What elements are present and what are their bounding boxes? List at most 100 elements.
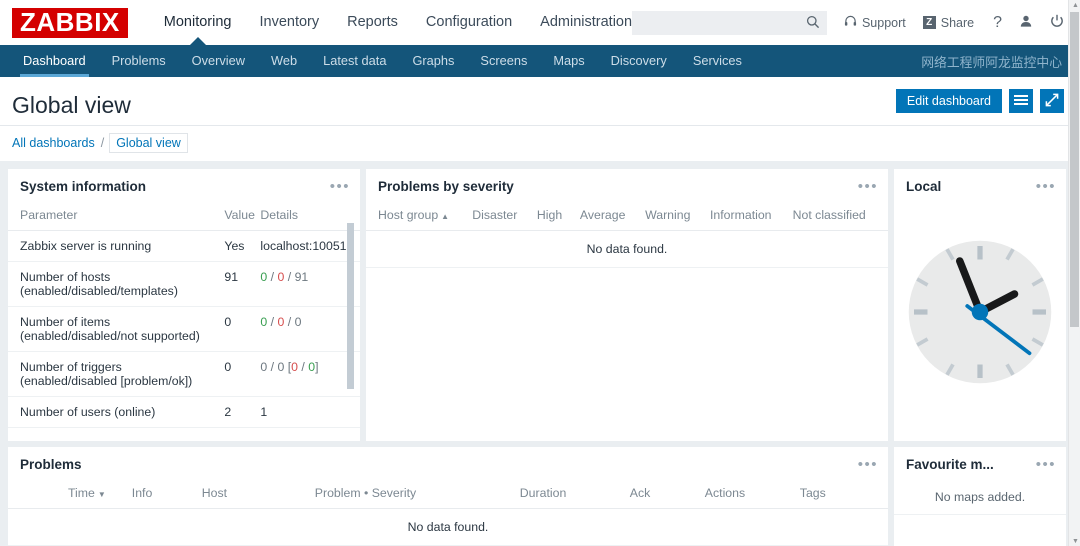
- row-parameter: Number of users (online): [8, 396, 225, 428]
- detail-part: /: [284, 270, 295, 284]
- system-information-scroll-area: Parameter Value Details Zabbix server is…: [8, 203, 360, 428]
- menu-item-inventory[interactable]: Inventory: [245, 0, 333, 45]
- dashboard-row-2: Problems ••• Time ▼ Info Host Problem • S…: [8, 447, 1072, 546]
- row-value: 91: [224, 261, 261, 307]
- parameter-label: Number of items: [20, 315, 111, 329]
- widget-system-information: System information ••• Parameter Value D…: [8, 169, 360, 441]
- row-parameter: Zabbix server is running: [8, 230, 225, 262]
- row-value: Yes: [224, 230, 261, 262]
- menu-item-configuration[interactable]: Configuration: [412, 0, 526, 45]
- row-details: localhost:10051: [260, 230, 360, 262]
- kebab-icon[interactable]: •••: [858, 179, 878, 194]
- widget-favourite-maps: Favourite m... ••• No maps added.: [894, 447, 1066, 546]
- column-not-classified: Not classified: [792, 203, 888, 231]
- support-link[interactable]: Support: [844, 15, 906, 31]
- row-details: 1: [260, 396, 360, 428]
- row-value: 2: [224, 396, 261, 428]
- widget-problems: Problems ••• Time ▼ Info Host Problem • S…: [8, 447, 888, 546]
- breadcrumb-all-dashboards[interactable]: All dashboards: [12, 136, 95, 150]
- scroll-up-icon[interactable]: ▲: [1072, 2, 1079, 9]
- empty-row: No data found.: [366, 230, 888, 268]
- system-information-title: System information: [20, 179, 147, 194]
- header-right-tools: Support Z Share ?: [631, 0, 1064, 45]
- subnav-item-screens[interactable]: Screens: [467, 45, 540, 77]
- subnav-item-web[interactable]: Web: [258, 45, 310, 77]
- detail-part: /: [297, 360, 309, 374]
- column-actions: Actions: [704, 481, 800, 509]
- dashboard-grid: System information ••• Parameter Value D…: [0, 161, 1080, 546]
- sort-desc-icon: ▼: [97, 490, 106, 499]
- menu-item-administration[interactable]: Administration: [526, 0, 646, 45]
- subnav-item-discovery[interactable]: Discovery: [598, 45, 680, 77]
- breadcrumb-current[interactable]: Global view: [110, 134, 187, 152]
- table-row: Number of users (online) 2 1: [8, 396, 360, 428]
- kebab-icon[interactable]: •••: [330, 179, 350, 194]
- subnav-item-problems[interactable]: Problems: [99, 45, 179, 77]
- column-host-group[interactable]: Host group ▲: [366, 203, 473, 231]
- dashboard-menu-button[interactable]: [1009, 89, 1033, 113]
- subnav-item-graphs[interactable]: Graphs: [399, 45, 467, 77]
- page-scrollbar[interactable]: ▲ ▼: [1068, 0, 1080, 546]
- problems-by-severity-header: Problems by severity •••: [366, 169, 888, 203]
- parameter-sublabel: (enabled/disabled/templates): [20, 284, 178, 298]
- menu-item-monitoring[interactable]: Monitoring: [150, 0, 246, 45]
- search-input[interactable]: [631, 11, 797, 34]
- column-time[interactable]: Time ▼: [8, 481, 110, 509]
- kebab-icon[interactable]: •••: [858, 457, 878, 472]
- table-row: Number of triggers (enabled/disabled [pr…: [8, 351, 360, 397]
- share-link[interactable]: Z Share: [922, 15, 975, 30]
- edit-dashboard-button[interactable]: Edit dashboard: [895, 89, 1002, 113]
- subnav-item-services[interactable]: Services: [680, 45, 755, 77]
- system-information-header: System information •••: [8, 169, 360, 203]
- detail-part: /: [267, 315, 278, 329]
- problems-by-severity-body: No data found.: [366, 230, 888, 268]
- column-average: Average: [579, 203, 646, 231]
- table-row: Zabbix server is running Yes localhost:1…: [8, 230, 360, 262]
- hamburger-icon: [1014, 94, 1028, 109]
- breadcrumb: All dashboards / Global view: [0, 126, 1080, 161]
- user-profile-button[interactable]: [1019, 14, 1033, 31]
- subnav-item-overview[interactable]: Overview: [179, 45, 258, 77]
- menu-item-reports[interactable]: Reports: [333, 0, 412, 45]
- global-search[interactable]: [631, 10, 827, 35]
- kebab-icon[interactable]: •••: [1036, 457, 1056, 472]
- empty-row: No data found.: [8, 508, 888, 546]
- share-label: Share: [940, 15, 975, 30]
- widget-scrollbar-thumb[interactable]: [347, 223, 354, 389]
- column-duration: Duration: [519, 481, 630, 509]
- power-icon: [1050, 14, 1064, 31]
- table-row: Number of items (enabled/disabled/not su…: [8, 306, 360, 352]
- sort-asc-icon: ▲: [441, 212, 450, 221]
- page-scrollbar-thumb[interactable]: [1070, 12, 1079, 327]
- column-information: Information: [710, 203, 793, 231]
- dashboard-actions: Edit dashboard: [895, 89, 1064, 113]
- detail-part: 0: [294, 315, 302, 329]
- subnav-item-maps[interactable]: Maps: [540, 45, 597, 77]
- parameter-label: Number of hosts: [20, 270, 111, 284]
- column-warning: Warning: [645, 203, 710, 231]
- parameter-label: Number of users (online): [20, 405, 156, 419]
- zabbix-share-icon: Z: [922, 16, 936, 29]
- problems-by-severity-table: Host group ▲ Disaster High Average Warnin…: [366, 203, 888, 268]
- subnav-item-dashboard[interactable]: Dashboard: [10, 45, 99, 77]
- sign-out-button[interactable]: [1050, 14, 1064, 31]
- dashboard-row-1: System information ••• Parameter Value D…: [8, 169, 1072, 441]
- column-parameter: Parameter: [8, 203, 225, 231]
- support-label: Support: [861, 15, 906, 30]
- column-details: Details: [260, 203, 360, 231]
- kebab-icon[interactable]: •••: [1036, 179, 1056, 194]
- row-parameter: Number of triggers (enabled/disabled [pr…: [8, 351, 225, 397]
- subnav-item-latest-data[interactable]: Latest data: [310, 45, 399, 77]
- detail-part: 0 / 0 [: [260, 360, 292, 374]
- expand-icon: [1045, 93, 1059, 110]
- favourite-maps-title: Favourite m...: [906, 457, 994, 472]
- fullscreen-button[interactable]: [1040, 89, 1064, 113]
- help-icon[interactable]: ?: [993, 14, 1002, 32]
- column-label: Time: [68, 486, 95, 500]
- detail-part: ]: [315, 360, 319, 374]
- column-ack: Ack: [629, 481, 705, 509]
- column-label: Host group: [378, 208, 439, 222]
- zabbix-logo[interactable]: ZABBIX: [12, 7, 128, 38]
- scroll-down-icon[interactable]: ▼: [1072, 538, 1079, 545]
- problems-title: Problems: [20, 457, 82, 472]
